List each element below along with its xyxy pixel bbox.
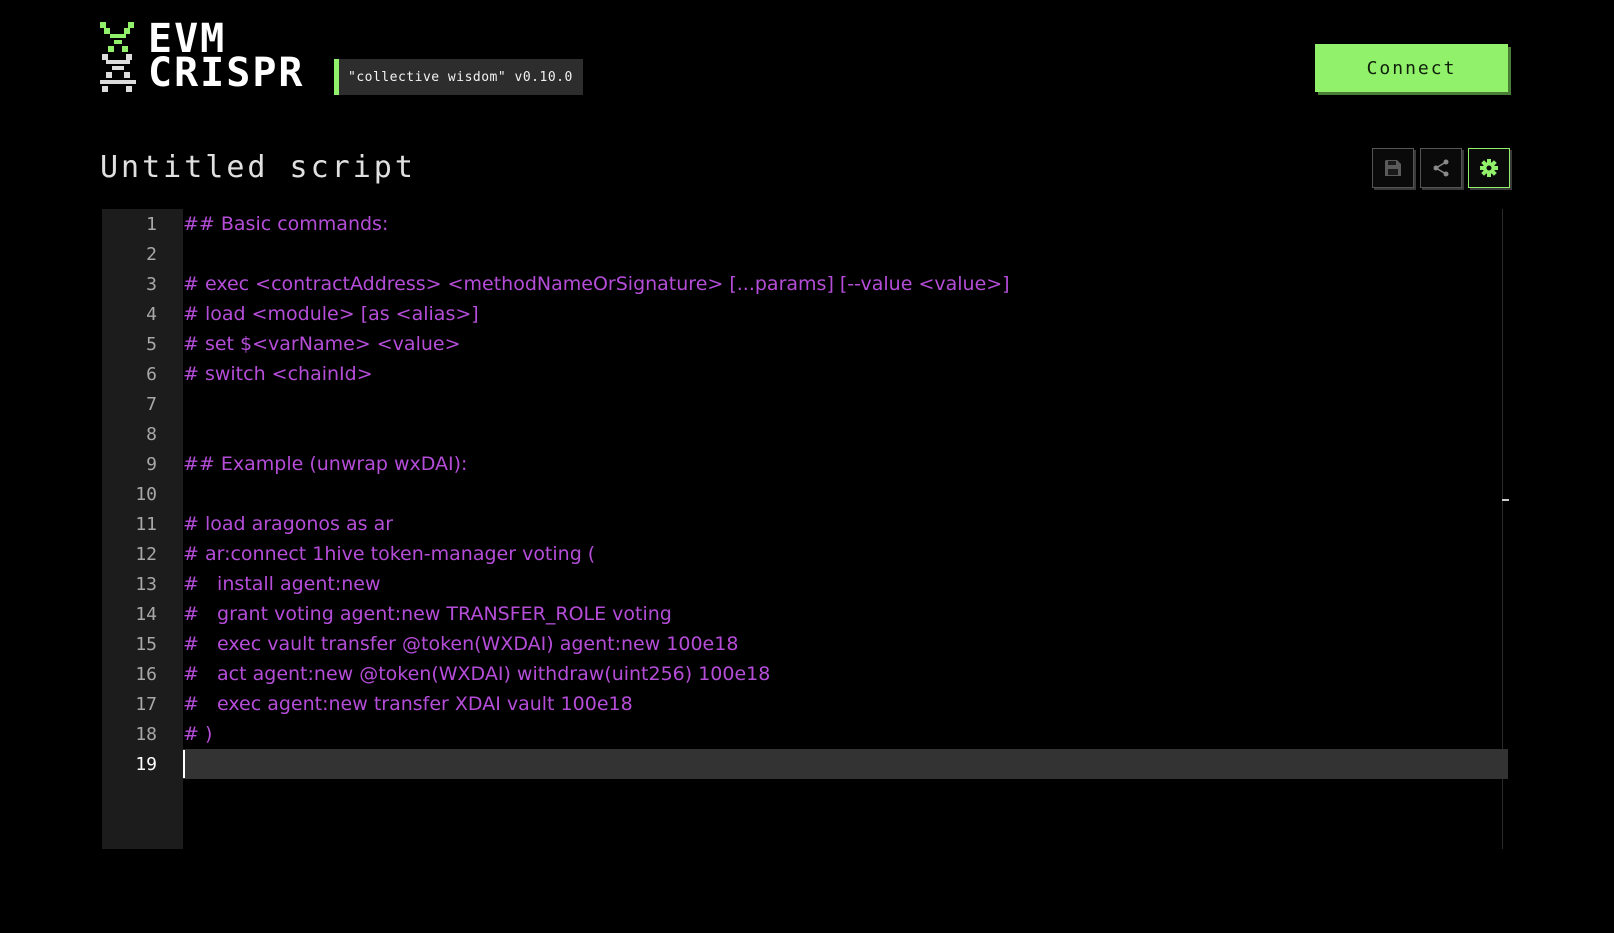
code-text[interactable]: # install agent:new [183, 573, 381, 595]
code-text[interactable]: # exec <contractAddress> <methodNameOrSi… [183, 273, 1010, 295]
code-text[interactable]: ## Basic commands: [183, 213, 388, 235]
code-line[interactable]: 3 # exec <contractAddress> <methodNameOrS… [102, 269, 1508, 299]
line-number: 12 [135, 543, 157, 565]
code-line[interactable]: 6 # switch <chainId> [102, 359, 1508, 389]
code-text[interactable]: # set $<varName> <value> [183, 333, 461, 355]
code-text[interactable]: # ar:connect 1hive token-manager voting … [183, 543, 595, 565]
code-text[interactable]: # grant voting agent:new TRANSFER_ROLE v… [183, 603, 672, 625]
code-line[interactable]: 10 [102, 479, 1508, 509]
line-number: 17 [135, 693, 157, 715]
code-line[interactable]: 1 ## Basic commands: [102, 209, 1508, 239]
line-number: 14 [135, 603, 157, 625]
code-line[interactable]: 16 # act agent:new @token(WXDAI) withdraw… [102, 659, 1508, 689]
line-number: 10 [135, 483, 157, 505]
logo-wordmark: EVM CRISPR [148, 19, 305, 96]
line-number: 16 [135, 663, 157, 685]
code-line[interactable]: 18 # ) [102, 719, 1508, 749]
line-number: 18 [135, 723, 157, 745]
code-line[interactable]: 5 # set $<varName> <value> [102, 329, 1508, 359]
code-text[interactable]: # ) [183, 723, 212, 745]
logo-line-2: CRISPR [148, 50, 305, 96]
line-number: 7 [146, 393, 157, 415]
line-number: 5 [146, 333, 157, 355]
line-number: 19 [135, 753, 157, 775]
connect-button[interactable]: Connect [1315, 44, 1508, 92]
line-number: 9 [146, 453, 157, 475]
code-line[interactable]: 11 # load aragonos as ar [102, 509, 1508, 539]
dna-icon [100, 22, 136, 92]
code-line[interactable]: 13 # install agent:new [102, 569, 1508, 599]
code-line[interactable]: 2 [102, 239, 1508, 269]
code-line[interactable]: 17 # exec agent:new transfer XDAI vault 1… [102, 689, 1508, 719]
code-text[interactable]: # act agent:new @token(WXDAI) withdraw(u… [183, 663, 770, 685]
script-title[interactable]: Untitled script [100, 150, 416, 185]
line-number: 1 [146, 213, 157, 235]
code-line[interactable]: 9 ## Example (unwrap wxDAI): [102, 449, 1508, 479]
line-number: 4 [146, 303, 157, 325]
line-number: 3 [146, 273, 157, 295]
logo[interactable]: EVM CRISPR [100, 19, 305, 96]
code-text[interactable]: # switch <chainId> [183, 363, 373, 385]
code-text[interactable]: # exec vault transfer @token(WXDAI) agen… [183, 633, 738, 655]
code-text[interactable]: # load <module> [as <alias>] [183, 303, 479, 325]
text-cursor [183, 750, 185, 778]
line-number: 6 [146, 363, 157, 385]
line-number: 15 [135, 633, 157, 655]
version-badge: "collective wisdom" v0.10.0 [334, 59, 583, 95]
app-root: EVM CRISPR "collective wisdom" v0.10.0 C… [0, 0, 1614, 933]
code-text[interactable]: # load aragonos as ar [183, 513, 393, 535]
code-line[interactable]: 4 # load <module> [as <alias>] [102, 299, 1508, 329]
line-number: 8 [146, 423, 157, 445]
script-toolbar [1372, 148, 1510, 188]
code-line[interactable]: 19 [102, 749, 1508, 779]
line-number: 11 [135, 513, 157, 535]
line-number: 13 [135, 573, 157, 595]
code-line[interactable]: 15 # exec vault transfer @token(WXDAI) ag… [102, 629, 1508, 659]
save-button[interactable] [1372, 148, 1414, 188]
share-button[interactable] [1420, 148, 1462, 188]
code-line[interactable]: 12 # ar:connect 1hive token-manager votin… [102, 539, 1508, 569]
line-number: 2 [146, 243, 157, 265]
code-text[interactable]: # exec agent:new transfer XDAI vault 100… [183, 693, 633, 715]
code-line[interactable]: 8 [102, 419, 1508, 449]
settings-button[interactable] [1468, 148, 1510, 188]
code-line[interactable]: 7 [102, 389, 1508, 419]
gear-icon [1480, 159, 1498, 177]
code-editor[interactable]: 1 ## Basic commands: 2 3 # exec <contractAdd… [102, 209, 1509, 849]
code-text[interactable]: ## Example (unwrap wxDAI): [183, 453, 467, 475]
share-icon [1433, 159, 1449, 177]
code-line[interactable]: 14 # grant voting agent:new TRANSFER_ROLE… [102, 599, 1508, 629]
save-icon [1385, 160, 1401, 176]
